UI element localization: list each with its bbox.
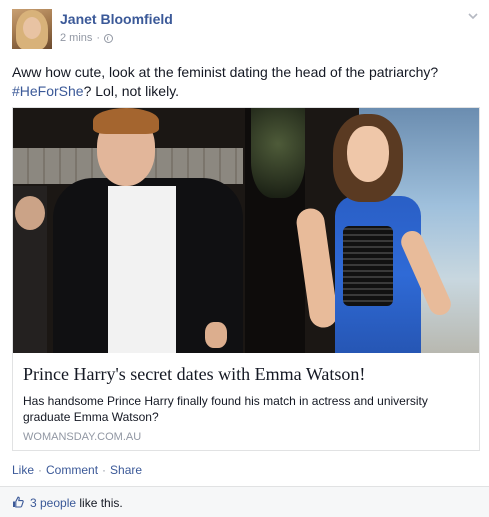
background-plant: [251, 108, 305, 198]
like-link[interactable]: Like: [12, 463, 34, 477]
status-text-after: ? Lol, not likely.: [83, 83, 180, 99]
action-separator: ·: [102, 463, 107, 477]
avatar[interactable]: [12, 9, 52, 49]
like-summary-bar: 3 people like this.: [0, 486, 489, 517]
hashtag-link[interactable]: #HeForShe: [12, 83, 84, 99]
post-meta: 2 mins ·: [60, 32, 114, 44]
comment-link[interactable]: Comment: [46, 463, 98, 477]
man-hair: [93, 108, 159, 134]
like-summary-text: 3 people like this.: [30, 496, 123, 510]
action-separator: ·: [38, 463, 43, 477]
woman-face: [347, 126, 389, 182]
likers-link[interactable]: 3 people: [30, 496, 76, 510]
avatar-face: [23, 17, 41, 39]
man-hand: [205, 322, 227, 348]
timestamp[interactable]: 2 mins: [60, 32, 92, 44]
link-preview-image[interactable]: [13, 108, 479, 353]
link-preview-card[interactable]: Prince Harry's secret dates with Emma Wa…: [12, 107, 480, 451]
share-link[interactable]: Share: [110, 463, 142, 477]
bystander-figure: [13, 186, 47, 353]
status-text-before: Aww how cute, look at the feminist datin…: [12, 64, 439, 80]
globe-icon[interactable]: [104, 33, 114, 43]
woman-dress-panel: [343, 226, 393, 306]
post-actions: Like · Comment · Share: [12, 463, 142, 477]
link-title[interactable]: Prince Harry's secret dates with Emma Wa…: [23, 364, 473, 385]
facebook-post: Janet Bloomfield 2 mins · Aww how cute, …: [0, 0, 489, 517]
man-shirt: [108, 186, 176, 353]
like-suffix: like this.: [76, 496, 123, 510]
link-description: Has handsome Prince Harry finally found …: [23, 394, 428, 424]
bystander-head: [15, 196, 45, 230]
status-text: Aww how cute, look at the feminist datin…: [12, 63, 477, 101]
author-name[interactable]: Janet Bloomfield: [60, 11, 173, 27]
chevron-down-icon[interactable]: [467, 10, 479, 22]
link-domain: WOMANSDAY.COM.AU: [23, 431, 142, 443]
thumbs-up-icon: [13, 496, 24, 508]
meta-separator: ·: [96, 32, 101, 44]
